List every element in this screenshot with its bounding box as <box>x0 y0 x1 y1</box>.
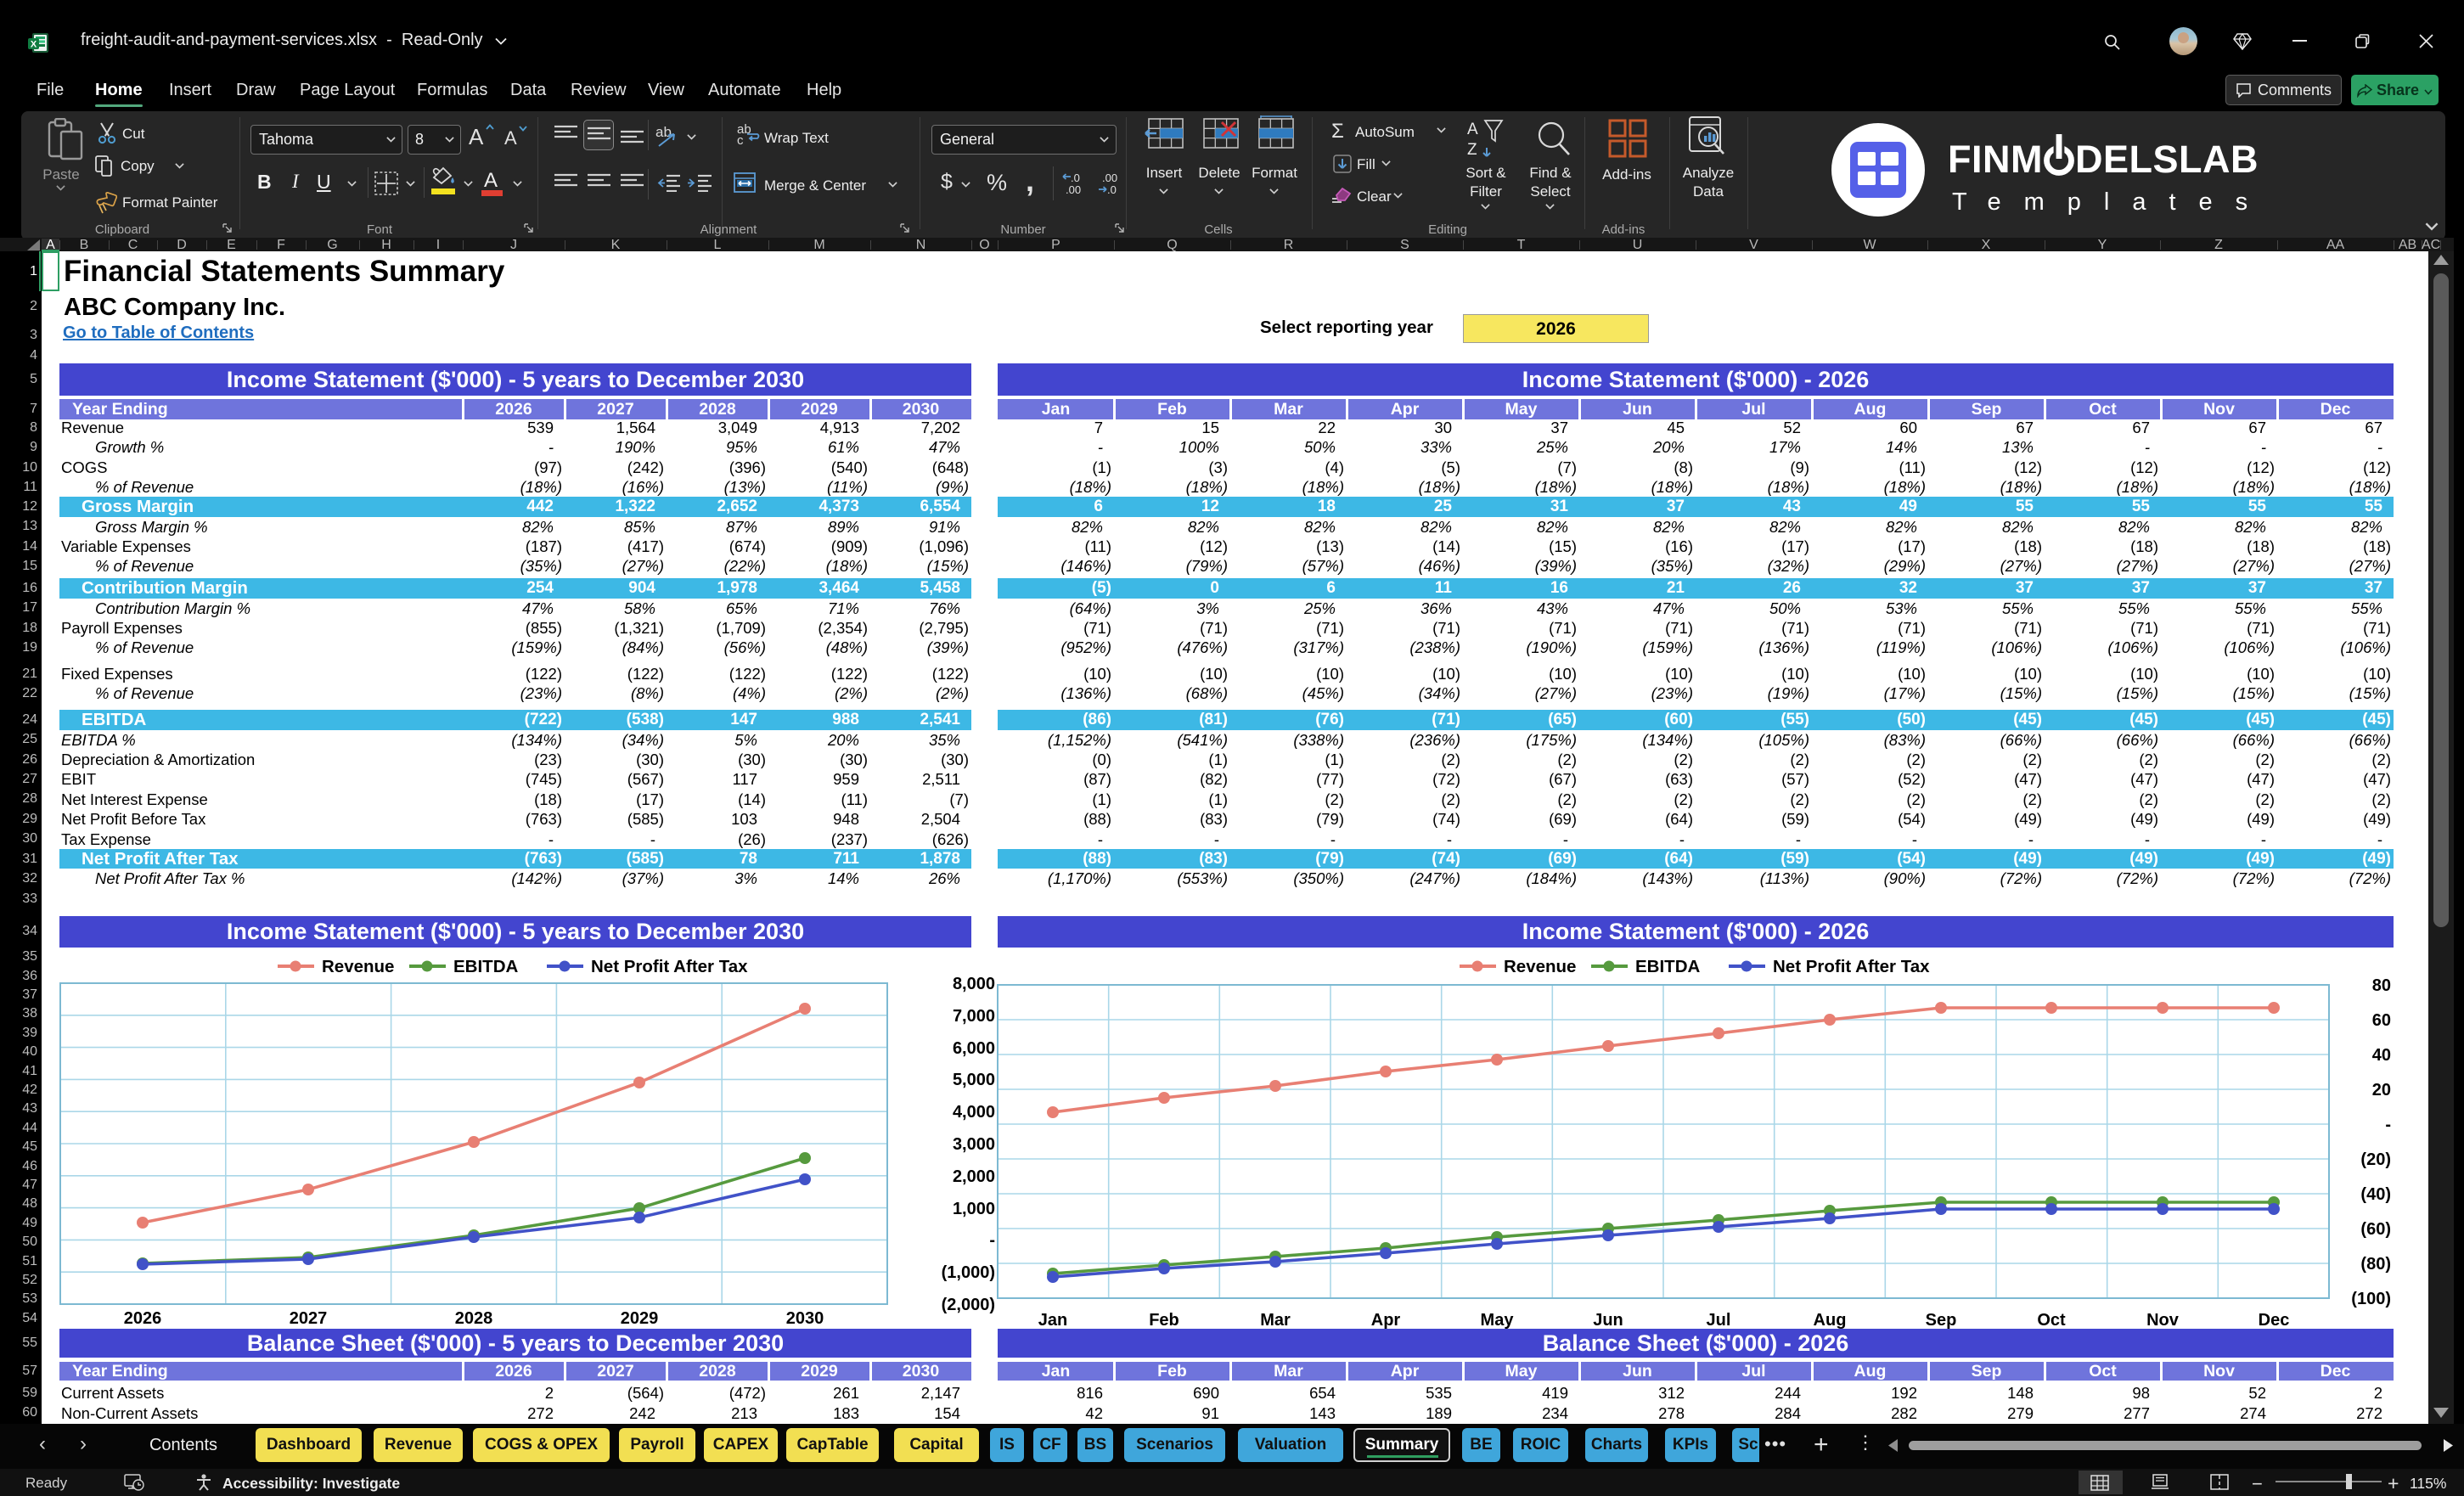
svg-text:Apr: Apr <box>1371 1311 1401 1330</box>
svg-text:(40): (40) <box>2360 1185 2391 1204</box>
svg-text:Mar: Mar <box>1260 1311 1291 1330</box>
svg-text:Oct: Oct <box>2037 1311 2066 1330</box>
svg-text:Nov: Nov <box>2146 1311 2180 1330</box>
svg-text:EBITDA: EBITDA <box>453 957 519 976</box>
svg-text:2030: 2030 <box>786 1309 824 1328</box>
svg-text:Z: Z <box>1467 141 1477 158</box>
svg-text:-: - <box>2385 1116 2391 1134</box>
svg-text:Sep: Sep <box>1926 1311 1957 1330</box>
svg-text:Jun: Jun <box>1593 1311 1623 1330</box>
svg-text:.0: .0 <box>1071 172 1080 184</box>
svg-text:(80): (80) <box>2360 1255 2391 1274</box>
svg-text:Feb: Feb <box>1149 1311 1179 1330</box>
svg-text:Jul: Jul <box>1707 1311 1731 1330</box>
svg-text:2029: 2029 <box>621 1309 659 1328</box>
svg-text:.0: .0 <box>1107 183 1117 195</box>
svg-text:40: 40 <box>2372 1046 2391 1065</box>
svg-text:80: 80 <box>2372 976 2391 995</box>
svg-text:(100): (100) <box>2351 1290 2391 1308</box>
svg-text:(60): (60) <box>2360 1220 2391 1239</box>
svg-text:Net Profit After Tax: Net Profit After Tax <box>591 957 748 976</box>
svg-text:60: 60 <box>2372 1011 2391 1030</box>
svg-text:Revenue: Revenue <box>1504 957 1576 976</box>
svg-text:Aug: Aug <box>1814 1311 1847 1330</box>
svg-text:20: 20 <box>2372 1081 2391 1100</box>
svg-text:Jan: Jan <box>1038 1311 1067 1330</box>
svg-text:(20): (20) <box>2360 1150 2391 1169</box>
svg-text:A: A <box>1467 121 1478 138</box>
svg-text:2027: 2027 <box>290 1309 328 1328</box>
svg-text:EBITDA: EBITDA <box>1635 957 1701 976</box>
svg-text:X: X <box>31 40 37 50</box>
svg-text:(1,000): (1,000) <box>942 1263 995 1282</box>
svg-text:May: May <box>1481 1311 1515 1330</box>
svg-text:.00: .00 <box>1066 183 1081 195</box>
svg-text:Net Profit After Tax: Net Profit After Tax <box>1773 957 1930 976</box>
svg-text:(2,000): (2,000) <box>942 1296 995 1314</box>
svg-text:.00: .00 <box>1102 172 1117 184</box>
svg-text:2026: 2026 <box>124 1309 162 1328</box>
svg-text:Revenue: Revenue <box>322 957 394 976</box>
svg-text:2028: 2028 <box>455 1309 493 1328</box>
svg-text:Dec: Dec <box>2259 1311 2290 1330</box>
